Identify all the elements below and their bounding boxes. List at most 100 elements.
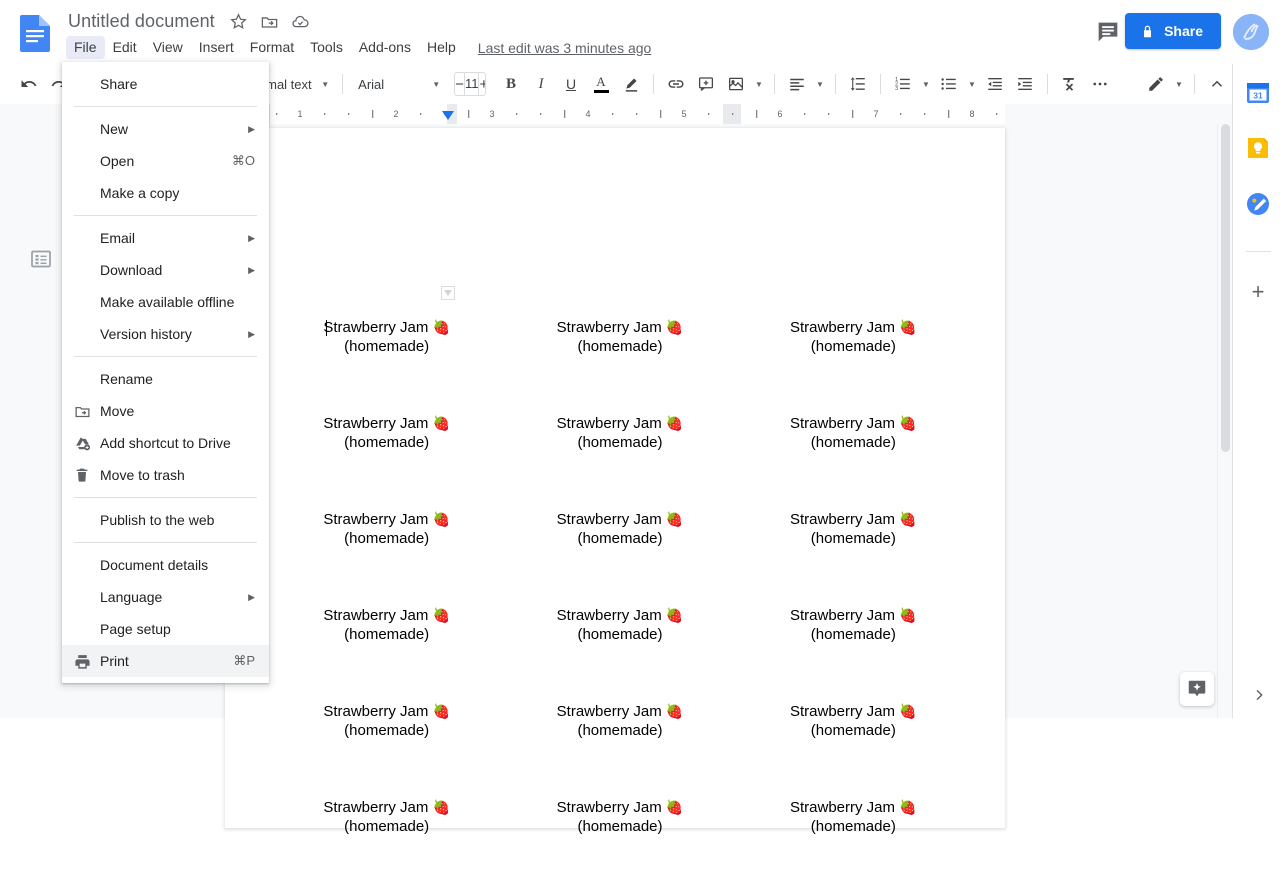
doc-title[interactable]: Untitled document — [66, 7, 217, 35]
decrease-indent-icon[interactable] — [980, 69, 1010, 99]
file-menu-item-publish-to-the-web[interactable]: Publish to the web — [62, 504, 269, 536]
label-cell[interactable]: Strawberry Jam 🍓 (homemade) — [503, 406, 736, 502]
text-color-button[interactable]: A — [586, 69, 616, 99]
align-left-icon[interactable] — [782, 69, 812, 99]
label-cell[interactable]: Strawberry Jam 🍓 (homemade) — [503, 310, 736, 406]
menu-addons[interactable]: Add-ons — [351, 36, 419, 59]
undo-icon[interactable] — [14, 69, 44, 99]
vertical-scrollbar[interactable] — [1217, 124, 1232, 718]
underline-button[interactable]: U — [556, 69, 586, 99]
bold-button[interactable]: B — [496, 69, 526, 99]
label-cell[interactable]: Strawberry Jam 🍓 (homemade) — [737, 598, 970, 694]
svg-text:1: 1 — [297, 109, 302, 119]
more-options-icon[interactable] — [1085, 69, 1115, 99]
avatar[interactable] — [1233, 14, 1269, 50]
italic-label: I — [539, 76, 544, 93]
label-cell[interactable]: Strawberry Jam 🍓 (homemade) — [737, 694, 970, 790]
file-menu-item-rename[interactable]: Rename — [62, 363, 269, 395]
file-menu-item-make-available-offline[interactable]: Make available offline — [62, 286, 269, 318]
italic-button[interactable]: I — [526, 69, 556, 99]
label-cell[interactable]: Strawberry Jam 🍓 (homemade) — [503, 502, 736, 598]
comment-history-icon[interactable] — [1094, 18, 1122, 46]
label-cell[interactable]: Strawberry Jam 🍓 (homemade) — [270, 790, 503, 886]
highlight-pen-icon[interactable] — [616, 69, 646, 99]
file-menu-item-print[interactable]: Print ⌘P — [62, 645, 269, 677]
file-menu-item-download[interactable]: Download ▶ — [62, 254, 269, 286]
label-line1: Strawberry Jam — [790, 415, 895, 432]
numbered-list-chevron-down-icon[interactable]: ▼ — [918, 69, 934, 99]
label-cell[interactable]: Strawberry Jam 🍓 (homemade) — [503, 694, 736, 790]
last-edit-link[interactable]: Last edit was 3 minutes ago — [478, 40, 652, 56]
file-menu-item-move[interactable]: Move — [62, 395, 269, 427]
explore-button[interactable] — [1180, 672, 1214, 706]
label-cell[interactable]: Strawberry Jam 🍓 (homemade) — [270, 406, 503, 502]
document-page[interactable]: Strawberry Jam 🍓 (homemade) Strawberry J… — [225, 128, 1005, 828]
insert-link-icon[interactable] — [661, 69, 691, 99]
label-cell[interactable]: Strawberry Jam 🍓 (homemade) — [270, 598, 503, 694]
menu-view[interactable]: View — [145, 36, 191, 59]
bulleted-list-icon[interactable] — [934, 69, 964, 99]
align-chevron-down-icon[interactable]: ▼ — [812, 69, 828, 99]
label-cell[interactable]: Strawberry Jam 🍓 (homemade) — [503, 790, 736, 886]
label-cell[interactable]: Strawberry Jam 🍓 (homemade) — [503, 598, 736, 694]
menu-tools[interactable]: Tools — [302, 36, 351, 59]
table-options-caret-icon[interactable] — [441, 286, 455, 300]
svg-text:4: 4 — [585, 109, 590, 119]
strawberry-emoji: 🍓 — [899, 703, 916, 719]
file-menu-item-make-a-copy[interactable]: Make a copy — [62, 177, 269, 209]
collapse-toolbar-icon[interactable] — [1202, 69, 1232, 99]
move-to-folder-icon[interactable] — [260, 12, 279, 31]
font-family-selector[interactable]: Arial ▼ — [350, 70, 446, 98]
bulleted-list-chevron-down-icon[interactable]: ▼ — [964, 69, 980, 99]
file-menu-item-language[interactable]: Language ▶ — [62, 581, 269, 613]
line-spacing-icon[interactable] — [843, 69, 873, 99]
cloud-saved-icon[interactable] — [291, 12, 310, 31]
increase-indent-icon[interactable] — [1010, 69, 1040, 99]
scrollbar-thumb[interactable] — [1221, 124, 1230, 452]
menu-insert[interactable]: Insert — [191, 36, 242, 59]
image-options-chevron-down-icon[interactable]: ▼ — [751, 69, 767, 99]
label-cell[interactable]: Strawberry Jam 🍓 (homemade) — [737, 790, 970, 886]
star-icon[interactable] — [229, 12, 248, 31]
font-size-stepper[interactable]: − 11 + — [454, 72, 486, 96]
google-tasks-icon[interactable] — [1246, 192, 1270, 216]
file-menu-item-new[interactable]: New ▶ — [62, 113, 269, 145]
label-cell[interactable]: Strawberry Jam 🍓 (homemade) — [270, 310, 503, 406]
label-cell[interactable]: Strawberry Jam 🍓 (homemade) — [270, 694, 503, 790]
menu-file[interactable]: File — [66, 36, 105, 59]
clear-formatting-icon[interactable] — [1055, 69, 1085, 99]
labels-table: Strawberry Jam 🍓 (homemade) Strawberry J… — [270, 310, 970, 886]
strawberry-emoji: 🍓 — [666, 799, 683, 815]
file-menu-item-move-to-trash[interactable]: Move to trash — [62, 459, 269, 491]
menu-format[interactable]: Format — [242, 36, 302, 59]
editing-mode-pencil-icon[interactable] — [1141, 69, 1171, 99]
google-keep-icon[interactable] — [1246, 136, 1270, 160]
editing-mode-chevron-down-icon[interactable]: ▼ — [1171, 69, 1187, 99]
menu-help[interactable]: Help — [419, 36, 464, 59]
label-cell[interactable]: Strawberry Jam 🍓 (homemade) — [737, 502, 970, 598]
file-menu-item-open[interactable]: Open ⌘O — [62, 145, 269, 177]
add-comment-icon[interactable] — [691, 69, 721, 99]
document-outline-icon[interactable] — [28, 246, 54, 272]
file-menu-item-version-history[interactable]: Version history ▶ — [62, 318, 269, 350]
file-menu-item-share[interactable]: Share — [62, 68, 269, 100]
menu-edit[interactable]: Edit — [105, 36, 145, 59]
numbered-list-icon[interactable]: 123 — [888, 69, 918, 99]
file-menu-item-document-details[interactable]: Document details — [62, 549, 269, 581]
label-cell[interactable]: Strawberry Jam 🍓 (homemade) — [737, 406, 970, 502]
file-menu-item-email[interactable]: Email ▶ — [62, 222, 269, 254]
font-size-input[interactable]: 11 — [464, 72, 480, 96]
increase-font-size-button[interactable]: + — [479, 72, 486, 96]
decrease-font-size-button[interactable]: − — [455, 72, 464, 96]
file-menu-item-page-setup[interactable]: Page setup — [62, 613, 269, 645]
label-cell[interactable]: Strawberry Jam 🍓 (homemade) — [270, 502, 503, 598]
google-docs-logo[interactable] — [18, 14, 52, 52]
chevron-right-icon[interactable] — [1250, 686, 1268, 704]
file-menu-item-add-shortcut-to-drive[interactable]: Add shortcut to Drive — [62, 427, 269, 459]
label-cell[interactable]: Strawberry Jam 🍓 (homemade) — [737, 310, 970, 406]
add-addon-button[interactable]: + — [1246, 280, 1270, 304]
share-button[interactable]: Share — [1125, 13, 1221, 49]
insert-image-icon[interactable] — [721, 69, 751, 99]
label-line2: (homemade) — [270, 817, 503, 836]
google-calendar-icon[interactable]: 31 — [1246, 81, 1270, 105]
